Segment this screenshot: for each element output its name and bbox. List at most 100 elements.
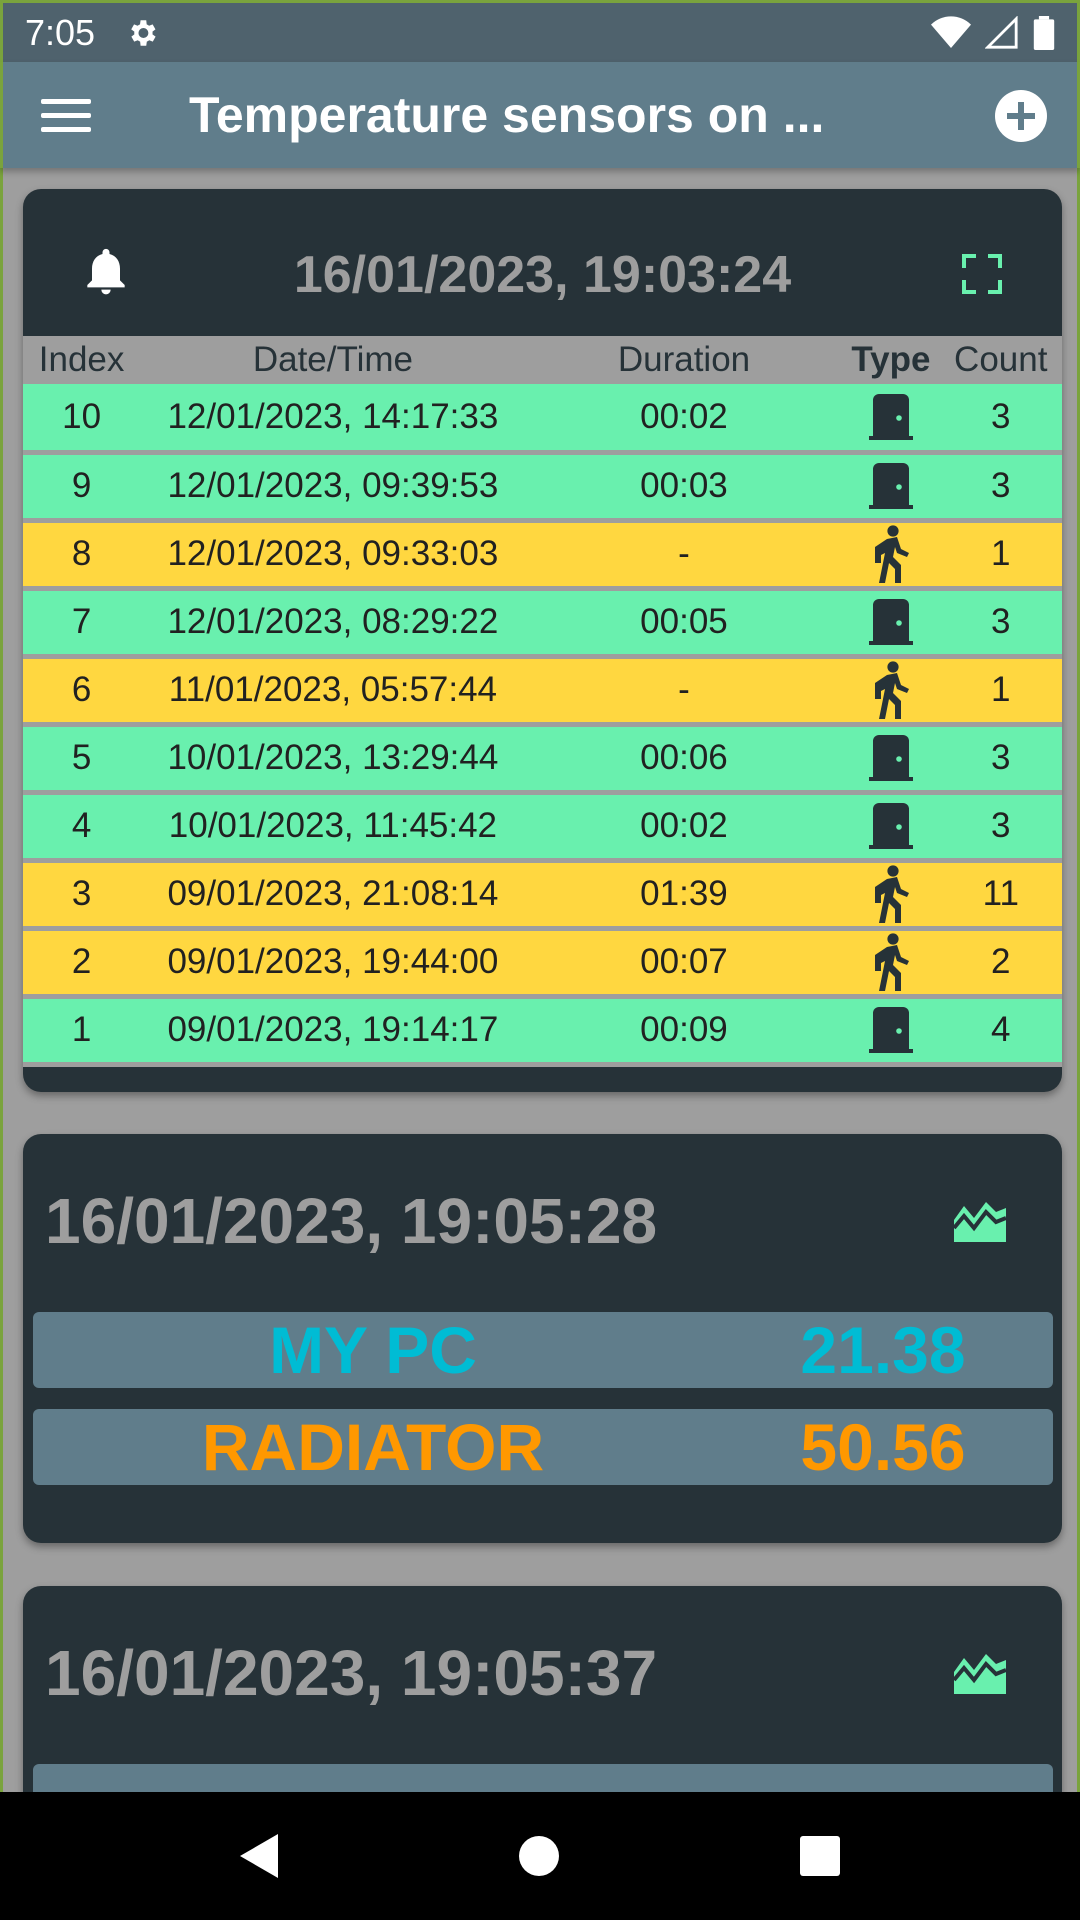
status-bar: 7:05 — [0, 0, 1080, 62]
navigation-bar — [0, 1792, 1080, 1920]
cell-datetime: 09/01/2023, 19:44:00 — [167, 942, 499, 981]
cell-count: 1 — [991, 670, 1011, 709]
table-row[interactable]: 10 12/01/2023, 14:17:33 00:02 3 — [23, 384, 1062, 452]
app-bar: Temperature sensors on ... — [0, 62, 1080, 168]
chart-icon[interactable] — [954, 1648, 1006, 1694]
table-row[interactable]: 4 10/01/2023, 11:45:42 00:02 3 — [23, 792, 1062, 860]
table-row[interactable]: 7 12/01/2023, 08:29:22 00:05 3 — [23, 588, 1062, 656]
cell-datetime: 11/01/2023, 05:57:44 — [168, 670, 498, 709]
walk-icon — [874, 661, 909, 719]
cell-duration: 00:02 — [640, 806, 728, 845]
cell-type — [842, 724, 939, 792]
cell-count: 1 — [991, 534, 1011, 573]
cell-type — [842, 928, 939, 996]
cell-index: 3 — [71, 874, 92, 913]
table-row[interactable]: 1 09/01/2023, 19:14:17 00:09 4 — [23, 996, 1062, 1064]
cell-type — [842, 452, 939, 520]
cell-count: 3 — [991, 738, 1011, 777]
cell-index: 6 — [71, 670, 92, 709]
table-row[interactable]: 3 09/01/2023, 21:08:14 01:39 11 — [23, 860, 1062, 928]
cell-index: 9 — [71, 466, 92, 505]
status-icons — [931, 15, 1055, 50]
sensor-row[interactable]: RADIATOR 50.56 — [33, 1409, 1053, 1485]
cell-duration: 00:07 — [640, 942, 728, 981]
cell-datetime: 09/01/2023, 21:08:14 — [167, 874, 499, 913]
table-row[interactable]: 6 11/01/2023, 05:57:44 - 1 — [23, 656, 1062, 724]
cell-datetime: 10/01/2023, 13:29:44 — [167, 738, 499, 777]
settings-gear-icon — [131, 19, 156, 46]
chart-icon[interactable] — [954, 1196, 1006, 1242]
cell-index: 2 — [71, 942, 92, 981]
cell-type — [842, 520, 939, 588]
sensor-name: RADIATOR — [201, 1410, 545, 1484]
cell-datetime: 12/01/2023, 09:39:53 — [167, 466, 499, 505]
alarm-history-card: 16/01/2023, 19:03:24 Index Date/Time Dur… — [23, 189, 1062, 1092]
cell-datetime: 09/01/2023, 19:14:17 — [167, 1010, 499, 1049]
cell-type — [842, 860, 939, 928]
battery-icon — [1033, 15, 1055, 50]
content-scroll[interactable]: 16/01/2023, 19:03:24 Index Date/Time Dur… — [0, 168, 1080, 1792]
add-icon[interactable] — [995, 90, 1047, 142]
cell-datetime: 12/01/2023, 09:33:03 — [167, 534, 499, 573]
cell-type — [842, 384, 939, 452]
cell-count: 3 — [991, 602, 1011, 641]
column-header-index: Index — [38, 340, 125, 379]
wifi-icon — [931, 15, 971, 48]
cell-type — [842, 656, 939, 724]
cell-index: 8 — [71, 534, 92, 573]
cell-duration: 00:06 — [640, 738, 728, 777]
home-icon[interactable] — [518, 1836, 559, 1876]
table-row[interactable]: 5 10/01/2023, 13:29:44 00:06 3 — [23, 724, 1062, 792]
sensor-row[interactable]: MY PC 21.38 — [33, 1312, 1053, 1388]
door-icon — [868, 393, 913, 440]
alarm-table: Index Date/Time Duration Type Count 10 12… — [23, 336, 1062, 1067]
cell-count: 2 — [991, 942, 1011, 981]
cell-count: 11 — [982, 874, 1019, 913]
sensor-name: MY PC — [269, 1313, 477, 1387]
table-row[interactable]: 9 12/01/2023, 09:39:53 00:03 3 — [23, 452, 1062, 520]
door-icon — [868, 735, 913, 781]
sensor-value: 21.38 — [800, 1313, 966, 1387]
cell-index: 5 — [71, 738, 92, 777]
cell-type — [842, 792, 939, 860]
back-icon[interactable] — [240, 1834, 279, 1878]
sensor-card: 16/01/2023, 19:05:37 — [23, 1586, 1062, 1792]
cell-duration: 00:02 — [640, 396, 728, 436]
cell-datetime: 12/01/2023, 08:29:22 — [167, 602, 499, 641]
column-header-type: Type — [851, 340, 931, 379]
cell-duration: - — [678, 670, 690, 709]
sensor-card: 16/01/2023, 19:05:28 MY PC 21.38 RADIATO… — [23, 1134, 1062, 1543]
walk-icon — [874, 865, 909, 923]
door-icon — [868, 1007, 913, 1053]
cell-duration: 01:39 — [640, 874, 728, 913]
column-header-duration: Duration — [617, 340, 751, 379]
cell-duration: 00:05 — [640, 602, 728, 641]
cell-index: 4 — [71, 806, 92, 845]
alarm-timestamp: 16/01/2023, 19:03:24 — [293, 246, 792, 304]
door-icon — [868, 463, 913, 509]
cell-type — [842, 588, 939, 656]
cell-duration: 00:09 — [640, 1010, 728, 1049]
signal-icon — [985, 15, 1018, 49]
cell-index: 10 — [62, 396, 102, 436]
table-row[interactable]: 8 12/01/2023, 09:33:03 - 1 — [23, 520, 1062, 588]
sensor-value: 50.56 — [800, 1410, 966, 1484]
cell-count: 4 — [991, 1010, 1011, 1049]
sensor-row[interactable] — [33, 1764, 1053, 1792]
table-row[interactable]: 2 09/01/2023, 19:44:00 00:07 2 — [23, 928, 1062, 996]
menu-icon[interactable] — [41, 80, 111, 150]
walk-icon — [874, 933, 909, 991]
column-header-count: Count — [954, 340, 1048, 379]
cell-duration: - — [678, 534, 690, 573]
cell-index: 7 — [71, 602, 92, 641]
page-title: Temperature sensors on ... — [189, 87, 825, 143]
cell-datetime: 10/01/2023, 11:45:42 — [168, 806, 498, 845]
cell-datetime: 12/01/2023, 14:17:33 — [167, 396, 499, 436]
recents-icon[interactable] — [799, 1836, 840, 1876]
status-time: 7:05 — [25, 11, 96, 53]
walk-icon — [874, 525, 909, 583]
cell-index: 1 — [71, 1010, 92, 1049]
door-icon — [868, 599, 913, 645]
fullscreen-icon[interactable] — [962, 254, 1002, 294]
cell-count: 3 — [991, 466, 1011, 505]
